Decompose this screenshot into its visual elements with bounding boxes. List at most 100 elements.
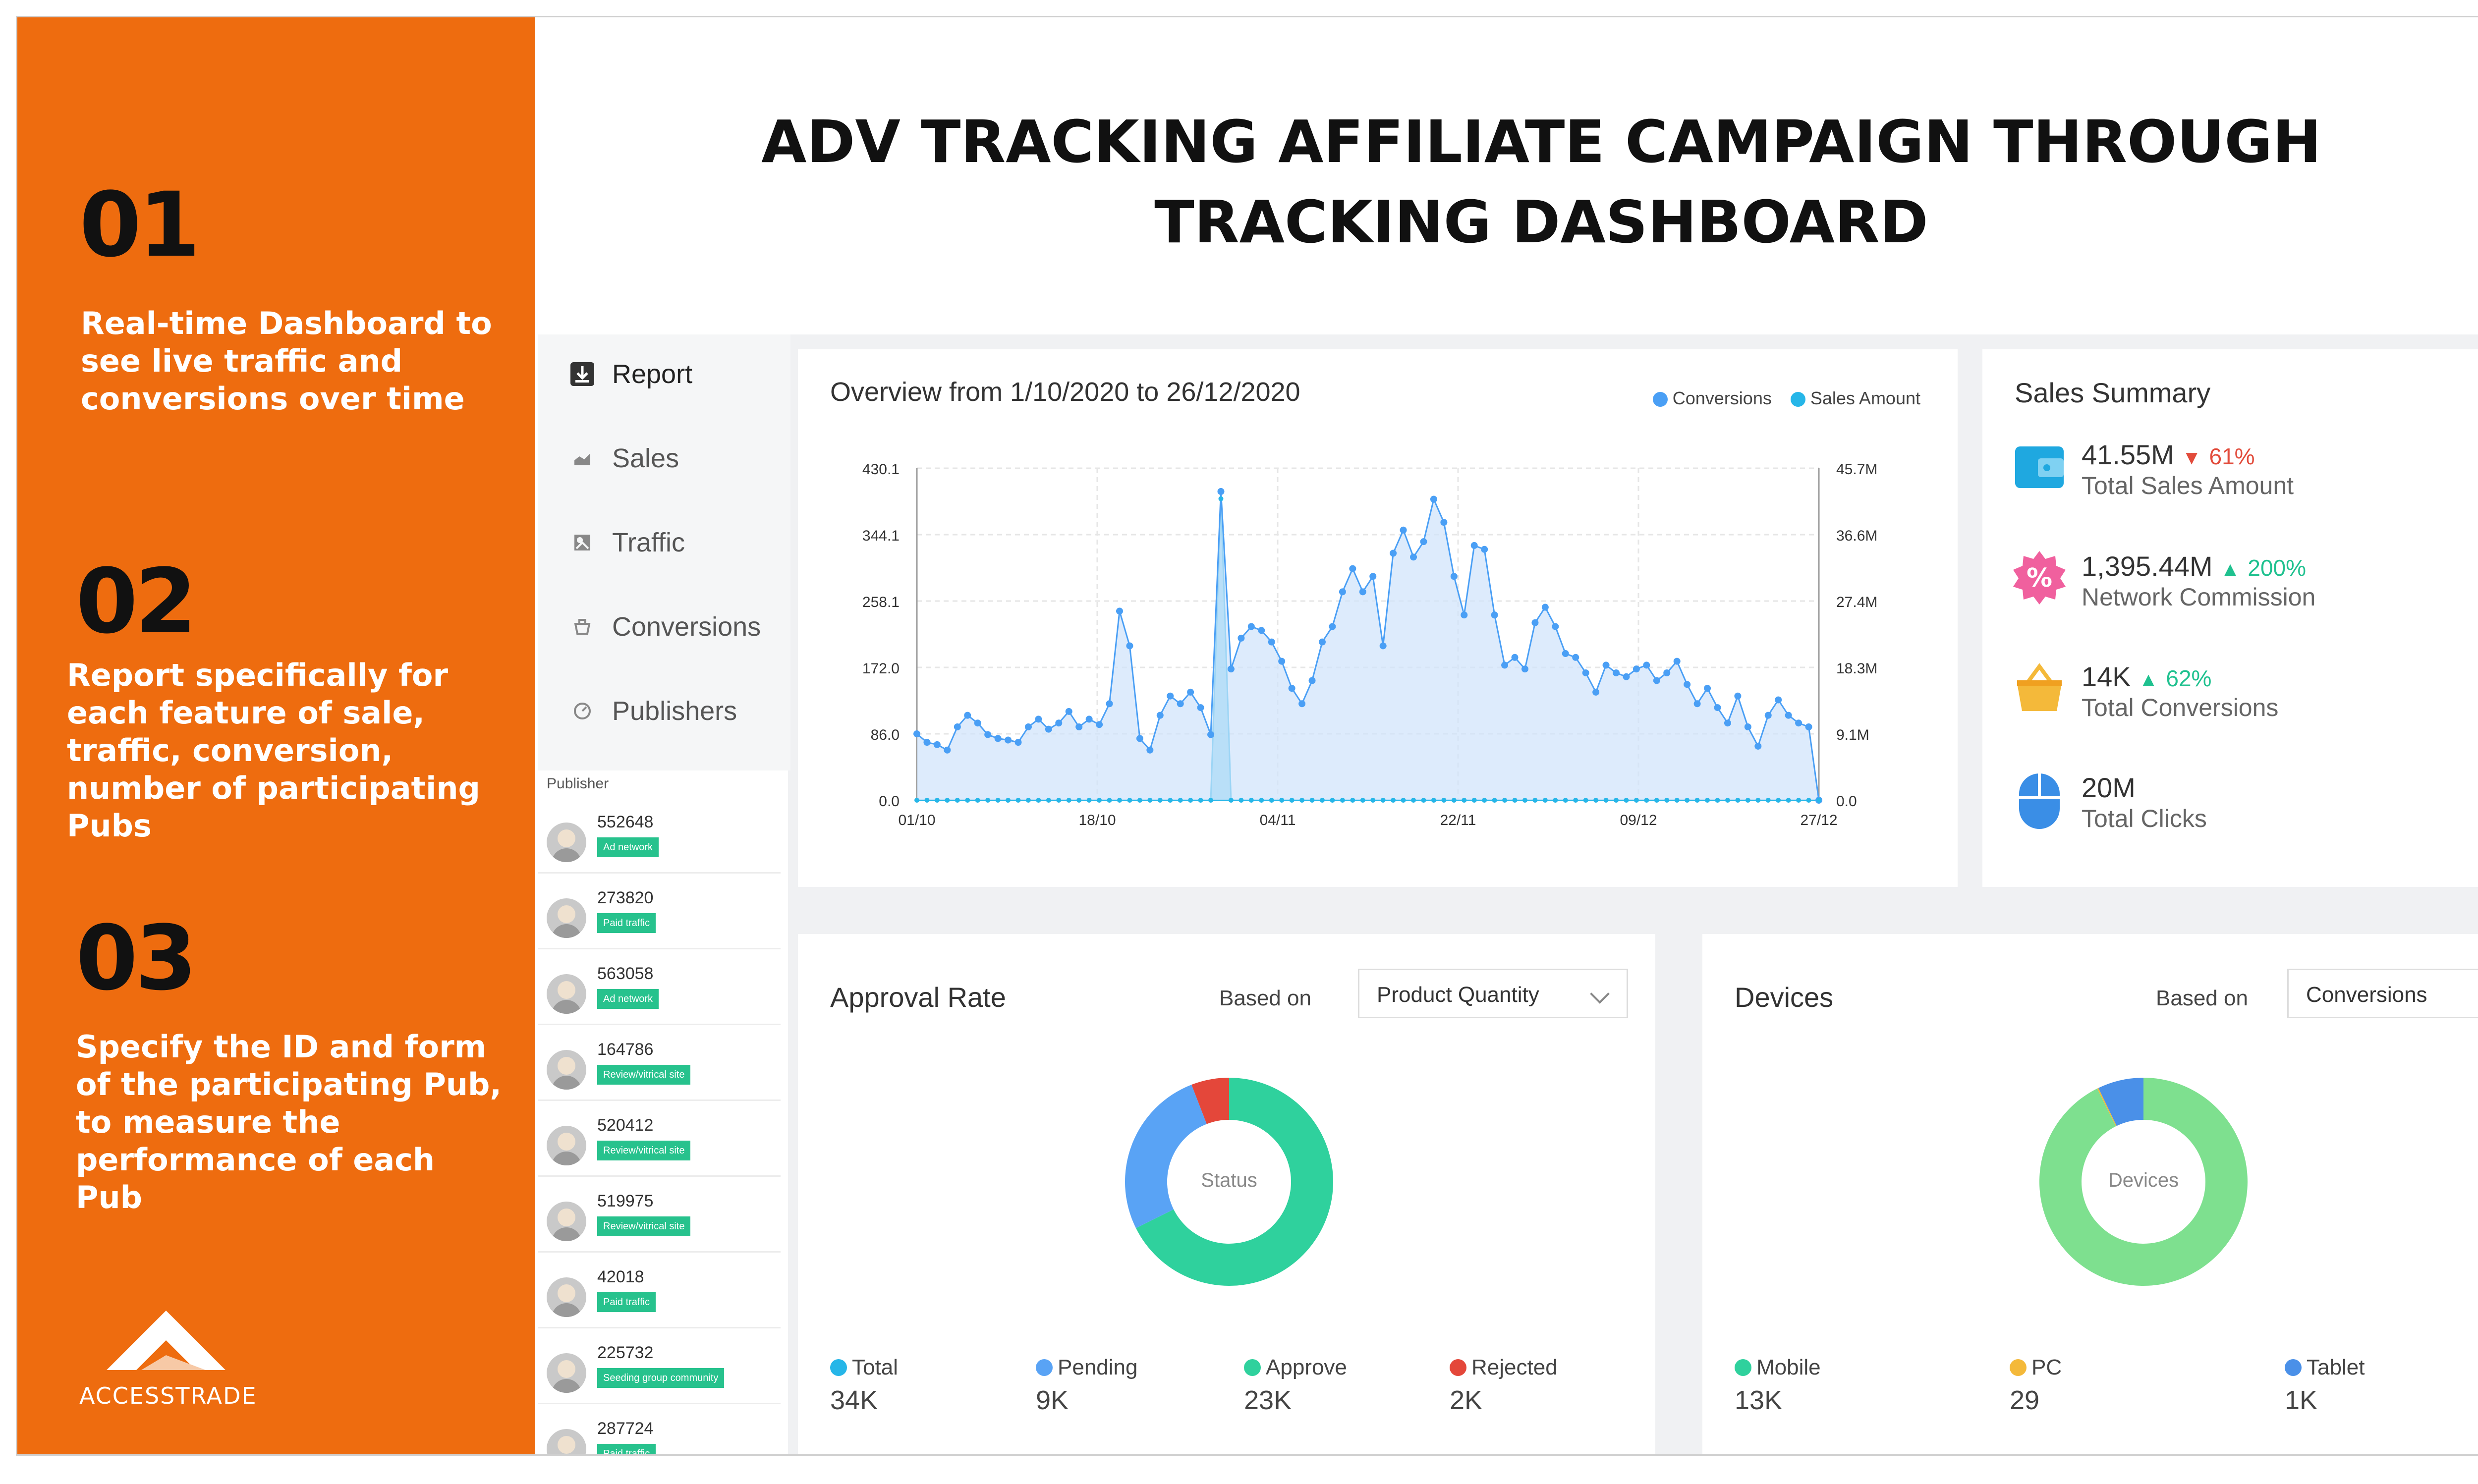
legend-dot-sales-amount	[1790, 392, 1805, 407]
data-point-conversions	[1785, 712, 1792, 719]
accesstrade-logo-icon	[107, 1311, 225, 1370]
data-point-sales-amount	[1532, 798, 1538, 803]
data-point-sales-amount	[1735, 798, 1741, 803]
data-point-sales-amount	[1664, 798, 1670, 803]
point-text-1: Real-time Dashboard to see live traffic …	[81, 305, 492, 417]
legend-label-sales-amount[interactable]: Sales Amount	[1810, 388, 1920, 408]
data-point-sales-amount	[965, 798, 970, 803]
data-point-conversions	[1116, 607, 1123, 615]
publisher-list: Publisher 552648 Ad network 273820 Paid …	[538, 770, 788, 1454]
x-tick-label: 18/10	[1078, 812, 1116, 828]
data-point-conversions	[1308, 677, 1316, 684]
data-point-sales-amount	[1633, 798, 1639, 803]
devices-legend-mobile: Mobile 13K	[1735, 1355, 1821, 1415]
data-point-sales-amount	[1451, 798, 1457, 803]
data-point-conversions	[1065, 708, 1072, 715]
devices-based-on-select[interactable]: Conversions	[2287, 969, 2478, 1018]
data-point-conversions	[1541, 604, 1549, 611]
data-point-sales-amount	[1350, 798, 1355, 803]
data-point-sales-amount	[1097, 798, 1102, 803]
publisher-row[interactable]: 42018 Paid traffic	[538, 1253, 781, 1328]
data-point-conversions	[1268, 638, 1275, 646]
publisher-type-badge: Review/vitrical site	[597, 1141, 691, 1160]
data-point-sales-amount	[1198, 798, 1203, 803]
data-point-conversions	[1450, 573, 1458, 580]
menu-item-sales[interactable]: Sales	[538, 419, 790, 498]
conversions-icon	[567, 612, 597, 642]
approval-based-on-select[interactable]: Product Quantity	[1358, 969, 1628, 1018]
data-point-conversions	[1146, 746, 1154, 754]
data-point-conversions	[1470, 542, 1478, 549]
data-point-sales-amount	[1015, 798, 1021, 803]
publisher-type-badge: Paid traffic	[597, 913, 656, 933]
menu-item-traffic[interactable]: Traffic	[538, 503, 790, 582]
data-point-conversions	[1795, 719, 1802, 727]
publisher-type-badge: Ad network	[597, 837, 659, 857]
y-tick-label-right: 27.4M	[1836, 594, 1877, 610]
x-tick-label: 01/10	[898, 812, 935, 828]
menu-label-report: Report	[612, 359, 693, 389]
publisher-type-badge: Review/vitrical site	[597, 1065, 691, 1085]
x-tick-label: 27/12	[1800, 812, 1837, 828]
data-point-conversions	[1106, 700, 1113, 708]
legend-value: 23K	[1244, 1385, 1292, 1415]
publisher-row[interactable]: 519975 Review/vitrical site	[538, 1177, 781, 1253]
data-point-sales-amount	[1036, 798, 1041, 803]
publisher-id: 273820	[597, 888, 654, 907]
data-point-sales-amount	[945, 798, 950, 803]
data-point-conversions	[1288, 685, 1295, 692]
data-point-conversions	[1096, 721, 1103, 728]
donut-slice-pending	[1125, 1085, 1207, 1228]
publisher-row[interactable]: 273820 Paid traffic	[538, 874, 781, 949]
data-point-sales-amount	[1502, 798, 1508, 803]
data-point-sales-amount	[1137, 798, 1142, 803]
publisher-row[interactable]: 552648 Ad network	[538, 798, 781, 874]
menu-item-publishers[interactable]: Publishers	[538, 671, 790, 751]
devices-legend-tablet: Tablet 1K	[2285, 1355, 2365, 1415]
data-point-conversions	[1187, 688, 1194, 696]
data-point-sales-amount	[1218, 496, 1224, 501]
publisher-row[interactable]: 563058 Ad network	[538, 949, 781, 1025]
data-point-sales-amount	[1370, 798, 1376, 803]
data-point-sales-amount	[1188, 798, 1193, 803]
point-text-3: Specify the ID and form of the participa…	[76, 1029, 502, 1215]
y-tick-label-left: 0.0	[879, 793, 900, 810]
publisher-row[interactable]: 520412 Review/vitrical site	[538, 1101, 781, 1177]
y-tick-label-right: 0.0	[1836, 793, 1857, 810]
data-point-sales-amount	[1066, 798, 1071, 803]
legend-name: Pending	[1058, 1355, 1138, 1379]
data-point-conversions	[1521, 665, 1528, 673]
menu-item-report[interactable]: Report	[538, 334, 790, 414]
data-point-conversions	[933, 741, 941, 748]
approval-based-on-label: Based on	[1219, 986, 1311, 1010]
data-point-sales-amount	[1391, 798, 1396, 803]
data-point-sales-amount	[1086, 798, 1092, 803]
publisher-row[interactable]: 287724 Paid traffic	[538, 1404, 781, 1454]
data-point-sales-amount	[1025, 798, 1031, 803]
publisher-row[interactable]: 164786 Review/vitrical site	[538, 1025, 781, 1101]
traffic-icon	[567, 528, 597, 557]
data-point-sales-amount	[1593, 798, 1599, 803]
data-point-sales-amount	[1279, 798, 1285, 803]
title-line-1: ADV TRACKING AFFILIATE CAMPAIGN THROUGH	[761, 108, 2321, 176]
data-point-sales-amount	[1715, 798, 1720, 803]
data-point-conversions	[1258, 627, 1265, 634]
y-tick-label-left: 430.1	[862, 461, 900, 478]
approval-legend-rejected: Rejected 2K	[1450, 1355, 1558, 1415]
legend-value: 29	[2010, 1385, 2040, 1415]
data-point-sales-amount	[1654, 798, 1659, 803]
legend-name: Rejected	[1471, 1355, 1558, 1379]
slide: 01 Real-time Dashboard to see live traff…	[16, 16, 2478, 1456]
data-point-sales-amount	[934, 798, 940, 803]
legend-label-conversions[interactable]: Conversions	[1673, 388, 1772, 408]
summary-value-clicks: 20M	[2082, 772, 2136, 803]
publisher-row[interactable]: 225732 Seeding group community	[538, 1328, 781, 1404]
data-point-conversions	[1501, 661, 1509, 669]
avatar	[547, 1126, 586, 1165]
data-point-conversions	[1572, 654, 1579, 661]
menu-item-conversions[interactable]: Conversions	[538, 587, 790, 666]
summary-change-conversions: 62%	[2166, 665, 2212, 691]
overview-card: Overview from 1/10/2020 to 26/12/2020 Co…	[798, 349, 1958, 887]
menu-label-sales: Sales	[612, 443, 679, 473]
data-point-conversions	[1379, 642, 1387, 650]
